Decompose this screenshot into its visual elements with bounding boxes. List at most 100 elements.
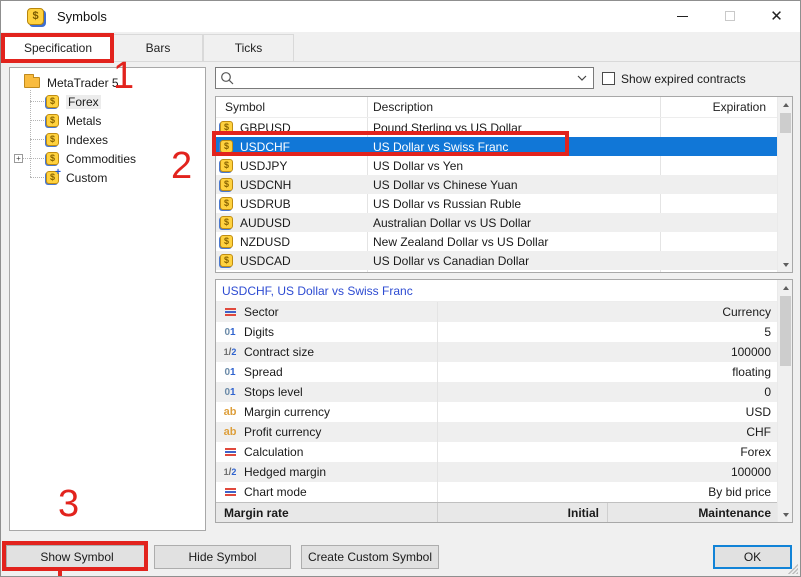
specification-rows: SectorCurrency01Digits51/2Contract size1… bbox=[216, 302, 792, 502]
list-bars-icon bbox=[222, 448, 238, 456]
custom-plus-icon: + bbox=[55, 167, 61, 178]
column-header-expiration[interactable]: Expiration bbox=[713, 100, 766, 114]
currency-coin-icon: $ bbox=[220, 216, 233, 229]
tab-specification[interactable]: Specification bbox=[3, 34, 113, 63]
spec-property-label: Stops level bbox=[244, 385, 303, 399]
symbol-name: GBPUSD bbox=[240, 121, 291, 135]
spec-property-label: Margin currency bbox=[244, 405, 330, 419]
specification-title: USDCHF, US Dollar vs Swiss Franc bbox=[216, 280, 779, 302]
create-custom-symbol-button[interactable]: Create Custom Symbol bbox=[301, 545, 439, 569]
show-expired-checkbox[interactable] bbox=[602, 72, 615, 85]
symbol-row-usdrub[interactable]: $USDRUBUS Dollar vs Russian Ruble bbox=[216, 194, 779, 213]
scrollbar-thumb[interactable] bbox=[780, 113, 791, 133]
spec-row-stops-level: 01Stops level0 bbox=[216, 382, 779, 402]
ab-text-icon: ab bbox=[222, 406, 238, 418]
window-title: Symbols bbox=[57, 9, 107, 24]
resize-grip[interactable] bbox=[788, 564, 798, 574]
spec-property-label: Calculation bbox=[244, 445, 303, 459]
scrollbar-thumb[interactable] bbox=[780, 296, 791, 366]
spec-property-value: CHF bbox=[437, 425, 779, 439]
show-symbol-button[interactable]: Show Symbol bbox=[6, 545, 148, 569]
spec-property-label: Digits bbox=[244, 325, 274, 339]
tree-item-metals[interactable]: $Metals bbox=[10, 111, 205, 130]
spec-property-label: Chart mode bbox=[244, 485, 307, 499]
ab-text-icon: ab bbox=[222, 426, 238, 438]
symbol-row-audusd[interactable]: $AUDUSDAustralian Dollar vs US Dollar bbox=[216, 213, 779, 232]
tree-item-custom[interactable]: $+Custom bbox=[10, 168, 205, 187]
scroll-down-icon[interactable] bbox=[778, 257, 793, 272]
column-header-description[interactable]: Description bbox=[373, 100, 433, 114]
spec-property: Sector bbox=[216, 305, 437, 319]
tree-item-label: Forex bbox=[66, 95, 101, 109]
symbol-description: Pound Sterling vs US Dollar bbox=[367, 121, 660, 135]
minimize-button[interactable] bbox=[659, 1, 706, 31]
symbol-row-usdcnh[interactable]: $USDCNHUS Dollar vs Chinese Yuan bbox=[216, 175, 779, 194]
specification-panel: USDCHF, US Dollar vs Swiss Franc SectorC… bbox=[215, 279, 793, 523]
spec-property: 01Spread bbox=[216, 365, 437, 379]
symbol-name: USDRUB bbox=[240, 197, 291, 211]
scroll-up-icon[interactable] bbox=[778, 280, 793, 295]
symbol-name: USDJPY bbox=[240, 159, 287, 173]
spec-property-value: 100000 bbox=[437, 345, 779, 359]
symbol-row-nzdusd[interactable]: $NZDUSDNew Zealand Dollar vs US Dollar bbox=[216, 232, 779, 251]
symbol-row-gbpusd[interactable]: $GBPUSDPound Sterling vs US Dollar bbox=[216, 118, 779, 137]
tree-item-label: Indexes bbox=[66, 133, 108, 147]
show-expired-label[interactable]: Show expired contracts bbox=[621, 72, 746, 86]
symbol-cell: $NZDUSD bbox=[216, 235, 367, 249]
ok-button[interactable]: OK bbox=[713, 545, 792, 569]
spec-column-divider bbox=[437, 302, 438, 502]
symbol-row-usdchf[interactable]: $USDCHFUS Dollar vs Swiss Franc bbox=[216, 137, 779, 156]
spec-property-value: Currency bbox=[437, 305, 779, 319]
spec-property-label: Spread bbox=[244, 365, 283, 379]
table-scrollbar[interactable] bbox=[777, 97, 792, 272]
tree-item-label: Commodities bbox=[66, 152, 136, 166]
tree-item-indexes[interactable]: $Indexes bbox=[10, 130, 205, 149]
spec-property-label: Hedged margin bbox=[244, 465, 326, 479]
tree-root-metatrader5[interactable]: MetaTrader 5 bbox=[10, 73, 205, 92]
scroll-down-icon[interactable] bbox=[778, 507, 793, 522]
currency-coin-icon: $ bbox=[46, 152, 59, 165]
tree-connector bbox=[30, 120, 44, 121]
annotation-tick bbox=[58, 571, 62, 577]
column-header-symbol[interactable]: Symbol bbox=[225, 100, 265, 114]
symbol-cell: $GBPUSD bbox=[216, 121, 367, 135]
currency-coin-icon: $+ bbox=[46, 171, 59, 184]
symbol-row-usdjpy[interactable]: $USDJPYUS Dollar vs Yen bbox=[216, 156, 779, 175]
spec-property: ab Profit currency bbox=[216, 425, 437, 439]
symbol-cell: $USDCHF bbox=[216, 140, 367, 154]
close-button[interactable]: ✕ bbox=[753, 1, 800, 31]
tree-connector bbox=[30, 139, 44, 140]
currency-coin-icon: $ bbox=[220, 159, 233, 172]
spec-property-label: Profit currency bbox=[244, 425, 321, 439]
app-coin-icon: $ bbox=[27, 8, 44, 25]
details-scrollbar[interactable] bbox=[777, 280, 792, 522]
spec-row-calculation: CalculationForex bbox=[216, 442, 779, 462]
currency-coin-icon: $ bbox=[220, 197, 233, 210]
symbol-description: US Dollar vs Chinese Yuan bbox=[367, 178, 660, 192]
tree-item-commodities[interactable]: + $ Commodities bbox=[10, 149, 205, 168]
minimize-icon bbox=[677, 16, 688, 17]
search-input[interactable] bbox=[238, 71, 577, 85]
symbol-description: Australian Dollar vs US Dollar bbox=[367, 216, 660, 230]
tab-ticks[interactable]: Ticks bbox=[203, 34, 294, 62]
scroll-up-icon[interactable] bbox=[778, 97, 793, 112]
margin-rate-label: Margin rate bbox=[216, 506, 437, 520]
hide-symbol-button[interactable]: Hide Symbol bbox=[154, 545, 291, 569]
symbol-row-usdcad[interactable]: $USDCADUS Dollar vs Canadian Dollar bbox=[216, 251, 779, 270]
tree-item-forex[interactable]: $ Forex bbox=[10, 92, 205, 111]
currency-coin-icon: $ bbox=[220, 140, 233, 153]
chevron-down-icon[interactable] bbox=[577, 75, 587, 81]
symbol-search-box bbox=[215, 67, 594, 89]
spec-row-chart-mode: Chart mode By bid price bbox=[216, 482, 779, 502]
spec-row-margin-currency: abMargin currencyUSD bbox=[216, 402, 779, 422]
spec-property-value: By bid price bbox=[437, 485, 779, 499]
margin-initial-label: Initial bbox=[437, 506, 607, 520]
spec-property: Calculation bbox=[216, 445, 437, 459]
spec-property-label: Contract size bbox=[244, 345, 314, 359]
maximize-button[interactable] bbox=[706, 1, 753, 31]
expand-plus-icon[interactable]: + bbox=[14, 154, 23, 163]
close-icon: ✕ bbox=[770, 7, 783, 25]
currency-coin-icon: $ bbox=[46, 114, 59, 127]
currency-coin-icon: $ bbox=[46, 95, 59, 108]
tab-bars[interactable]: Bars bbox=[113, 34, 203, 62]
